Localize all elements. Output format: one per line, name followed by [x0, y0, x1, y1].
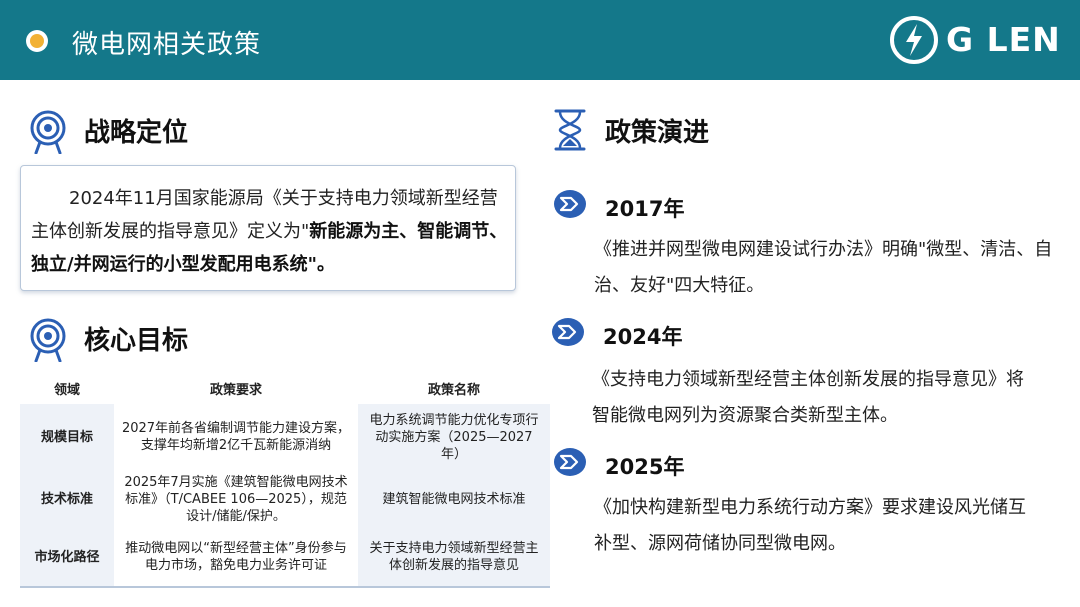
domain-cell: 技术标准: [20, 470, 114, 528]
evolution-text: 《推进并网型微电网建设试行办法》明确"微型、清洁、自治、友好"四大特征。: [594, 239, 1053, 296]
goals-title: 核心目标: [84, 326, 189, 356]
goals-table: 领域 政策要求 政策名称 规模目标 2027年前各省编制调节能力建设方案，支撑年…: [20, 372, 550, 586]
table-row: 市场化路径 推动微电网以“新型经营主体”身份参与电力市场，豁免电力业务许可证 关…: [20, 528, 550, 586]
strategy-definition-text: 2024年11月国家能源局《关于支持电力领域新型经营主体创新发展的指导意见》定义…: [31, 182, 509, 281]
target-icon: [30, 318, 66, 362]
golen-logo: G LEN: [888, 14, 1068, 66]
hourglass-icon: [554, 109, 586, 151]
header-bar: 微电网相关政策 G LEN: [0, 0, 1080, 80]
bullet-dot-icon: [30, 34, 44, 48]
lightning-logo-icon: [890, 16, 938, 64]
domain-cell: 市场化路径: [20, 528, 114, 586]
policy-cell: 电力系统调节能力优化专项行动实施方案（2025—2027 年）: [358, 404, 550, 470]
definition-end: "。: [307, 254, 335, 275]
requirement-cell: 2027年前各省编制调节能力建设方案，支撑年均新增2亿千瓦新能源消纳: [121, 421, 351, 453]
year-label: 2025年: [605, 455, 685, 479]
domain-cell: 规模目标: [20, 404, 114, 470]
policy-cell: 建筑智能微电网技术标准: [358, 470, 550, 528]
arrow-badge-icon: [554, 448, 586, 476]
policy-cell: 关于支持电力领域新型经营主体创新发展的指导意见: [358, 528, 550, 586]
table-row: 规模目标 2027年前各省编制调节能力建设方案，支撑年均新增2亿千瓦新能源消纳 …: [20, 404, 550, 470]
page-title: 微电网相关政策: [72, 30, 262, 60]
arrow-badge-icon: [552, 318, 584, 346]
strategy-title: 战略定位: [84, 118, 189, 148]
table-bottom-rule: [20, 586, 550, 588]
column-header: 政策名称: [427, 382, 480, 398]
table-header-row: 领域 政策要求 政策名称: [20, 372, 550, 404]
arrow-badge-icon: [554, 190, 586, 218]
target-icon: [30, 110, 66, 154]
evolution-title: 政策演进: [605, 118, 710, 148]
year-label: 2024年: [603, 325, 683, 349]
evolution-text: 《支持电力领域新型经营主体创新发展的指导意见》将智能微电网列为资源聚合类新型主体…: [592, 369, 1024, 426]
logo-wordmark: G LEN: [946, 20, 1061, 59]
requirement-cell: 推动微电网以“新型经营主体”身份参与电力市场，豁免电力业务许可证: [125, 541, 347, 573]
table-row: 技术标准 2025年7月实施《建筑智能微电网技术标准》（T/CABEE 106—…: [20, 470, 550, 528]
requirement-cell: 2025年7月实施《建筑智能微电网技术标准》（T/CABEE 106—2025）…: [124, 474, 348, 524]
column-header: 领域: [53, 382, 80, 398]
evolution-text: 《加快构建新型电力系统行动方案》要求建设风光储互补型、源网荷储协同型微电网。: [594, 497, 1026, 554]
strategy-definition-box: 2024年11月国家能源局《关于支持电力领域新型经营主体创新发展的指导意见》定义…: [20, 165, 516, 291]
column-header: 政策要求: [209, 382, 262, 398]
year-label: 2017年: [605, 197, 685, 221]
